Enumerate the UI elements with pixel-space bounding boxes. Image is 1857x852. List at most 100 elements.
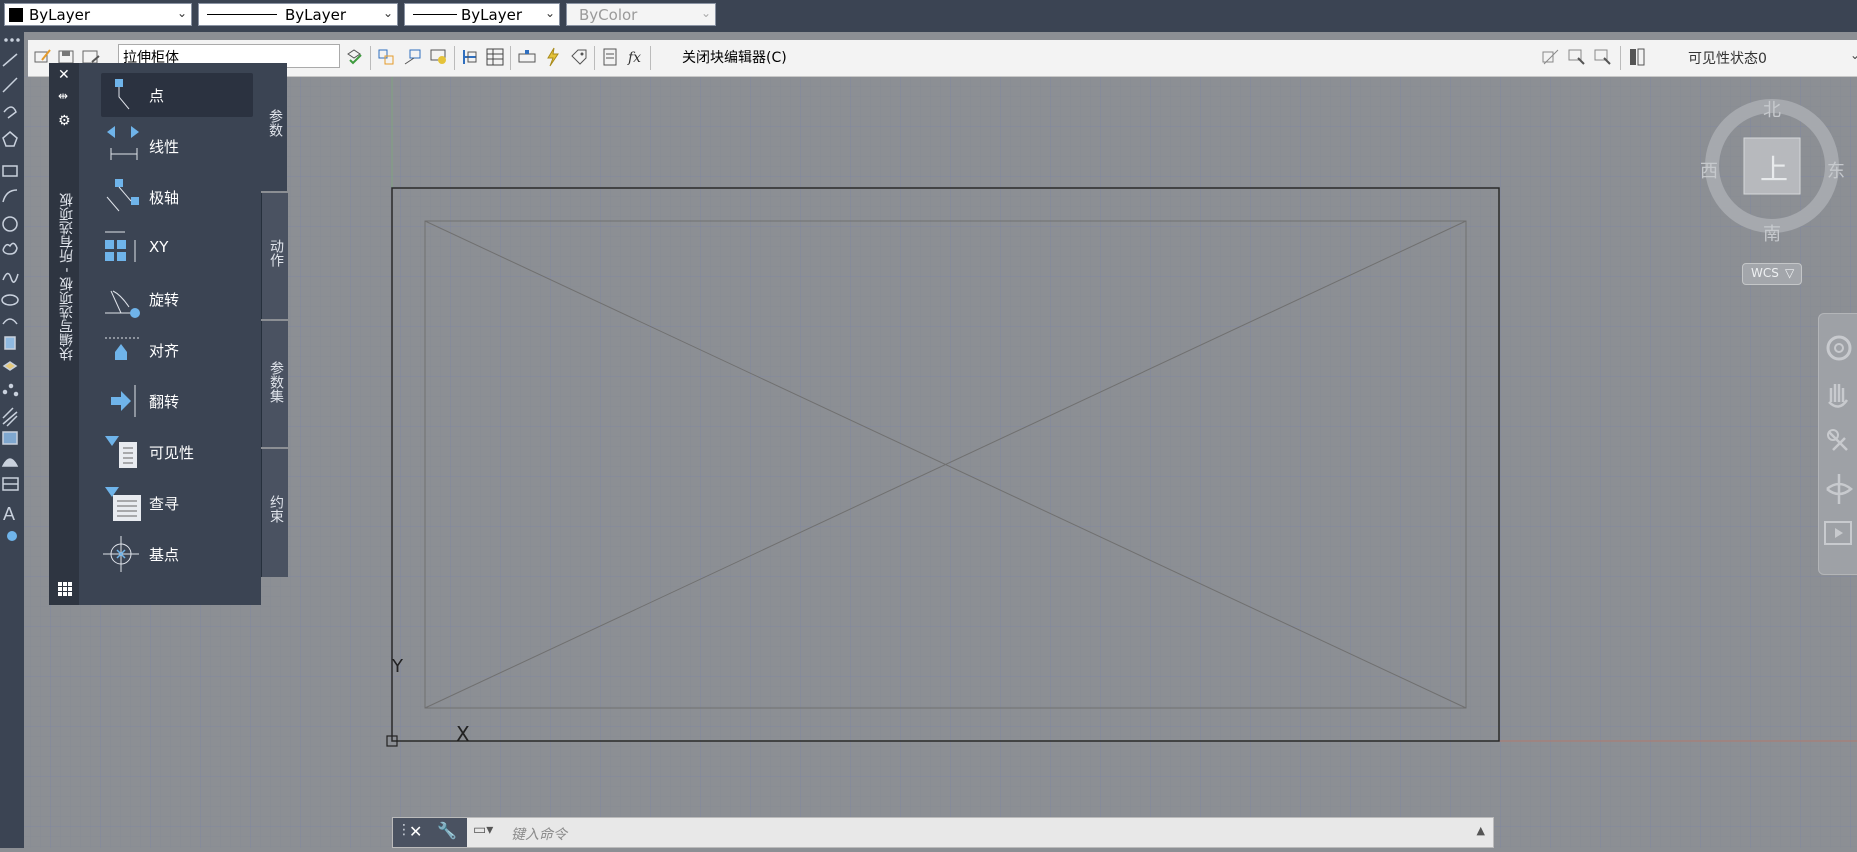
chevron-down-icon[interactable]: ⌄ [1850, 48, 1857, 62]
viewcube-east[interactable]: 东 [1827, 157, 1845, 183]
palette-item-label: 极轴 [149, 189, 180, 207]
add-selected-icon [7, 531, 17, 541]
viewcube-south[interactable]: 南 [1763, 220, 1781, 246]
lineweight-dropdown[interactable]: ByLayer ⌄ [404, 3, 560, 26]
define-attribute-icon[interactable] [600, 46, 622, 68]
palette-item-label: 点 [149, 87, 165, 105]
chevron-down-icon: ⌄ [176, 6, 187, 20]
fx-function-icon[interactable]: fx [626, 46, 648, 68]
make-visible-icon[interactable] [1566, 46, 1588, 68]
parameters-manager-icon[interactable] [484, 46, 506, 68]
command-history-icon[interactable]: ▭▾ [473, 822, 493, 838]
toolbar-separator [454, 46, 455, 70]
close-block-editor-button[interactable]: 关闭块编辑器(C) [682, 47, 787, 67]
palette-item-xy[interactable]: XY [101, 226, 253, 270]
block-authoring-palette: ✕ ⇹ ⚙ 块编写选项板 - 所有选项板 点 线性 极轴 XY 旋转 对齐 翻转… [49, 63, 289, 605]
hatch-icon [2, 407, 18, 427]
viewcube-face-label[interactable]: 上 [1760, 148, 1788, 188]
attribute-tool-icon[interactable] [568, 46, 590, 68]
toolbar-separator [510, 46, 511, 70]
color-dropdown[interactable]: ByLayer ⌄ [4, 3, 192, 26]
palette-item-label: 查寻 [149, 495, 180, 513]
gradient-icon [2, 431, 18, 445]
palette-title: 块编写选项板 - 所有选项板 [59, 193, 75, 361]
palette-item-rotation[interactable]: 旋转 [101, 277, 253, 321]
color-swatch [9, 8, 23, 22]
palette-item-lookup[interactable]: 查寻 [101, 481, 253, 525]
palette-item-flip[interactable]: 翻转 [101, 379, 253, 423]
palette-titlebar[interactable]: ✕ ⇹ ⚙ 块编写选项板 - 所有选项板 [49, 63, 79, 605]
grip-icon [4, 38, 20, 42]
chevron-up-icon[interactable]: ▲ [1477, 824, 1485, 837]
palette-item-basepoint[interactable]: 基点 [101, 532, 253, 576]
rectangle-icon [2, 165, 18, 177]
wrench-icon[interactable]: 🔧 [437, 821, 457, 840]
linetype-value: ByLayer [285, 6, 346, 24]
test-block-icon[interactable] [344, 46, 366, 68]
polyline-icon [3, 106, 17, 119]
palette-item-point[interactable]: 点 [101, 73, 253, 117]
palette-item-align[interactable]: 对齐 [101, 328, 253, 372]
steering-wheel-icon [1826, 335, 1852, 361]
geometric-constraint-icon[interactable] [402, 46, 424, 68]
palette-item-polar[interactable]: 极轴 [101, 175, 253, 219]
insert-block-icon [4, 336, 16, 350]
ellipse-arc-icon [2, 318, 18, 325]
visibility-states-icon[interactable] [1626, 46, 1648, 68]
point-parameter-icon [115, 79, 130, 110]
viewcube-north[interactable]: 北 [1763, 96, 1781, 122]
show-constraints-icon[interactable] [428, 46, 450, 68]
toolbar-separator [1620, 46, 1621, 70]
toolbar-separator [594, 46, 595, 70]
chevron-down-icon: ⌄ [382, 6, 393, 20]
tab-parameter-sets[interactable]: 参数集 [261, 321, 288, 447]
palette-item-linear[interactable]: 线性 [101, 124, 253, 168]
point-parameter-tool-icon[interactable] [516, 46, 538, 68]
palette-item-label: 旋转 [149, 291, 180, 309]
rotation-parameter-icon [105, 290, 140, 318]
alignment-parameter-icon [105, 337, 139, 360]
linetype-preview [207, 14, 277, 15]
region-icon [1, 458, 19, 467]
toolbar-separator [650, 46, 651, 70]
draw-toolbar: A [0, 32, 24, 848]
visibility-state-dropdown[interactable]: 可见性状态0 [1688, 48, 1767, 68]
close-icon[interactable]: ✕ [58, 67, 70, 83]
palette-item-label: 翻转 [149, 393, 180, 411]
palette-body: 点 线性 极轴 XY 旋转 对齐 翻转 可见性 查寻 基点 [79, 63, 261, 605]
visibility-mode-icon[interactable] [1540, 46, 1562, 68]
chevron-down-icon: ⌄ [544, 6, 555, 20]
action-tool-icon[interactable] [542, 46, 564, 68]
viewcube-west[interactable]: 西 [1700, 157, 1718, 183]
close-icon[interactable]: ✕ [409, 822, 422, 841]
create-block-icon [2, 361, 18, 371]
wcs-dropdown[interactable]: WCS ▽ [1742, 263, 1802, 285]
ucs-x-label: X [456, 722, 470, 746]
make-invisible-icon[interactable] [1592, 46, 1614, 68]
polar-parameter-icon [106, 179, 139, 212]
palette-grid-icon[interactable] [57, 581, 73, 597]
palette-item-label: 对齐 [149, 342, 180, 360]
arc-icon [2, 189, 18, 203]
command-line: ⋮ ✕ 🔧 ▭▾ 键入命令 ▲ [392, 817, 1494, 848]
pan-hand-icon [1828, 384, 1849, 408]
auto-constrain-icon[interactable] [376, 46, 398, 68]
tab-actions[interactable]: 动作 [261, 193, 288, 319]
linear-parameter-icon [107, 126, 139, 160]
palette-item-visibility[interactable]: 可见性 [101, 430, 253, 474]
linetype-dropdown[interactable]: ByLayer ⌄ [198, 3, 398, 26]
construction-line-icon [2, 77, 18, 93]
block-table-icon[interactable] [460, 46, 482, 68]
autohide-icon[interactable]: ⇹ [58, 89, 68, 103]
palette-item-label: 基点 [149, 546, 180, 564]
command-input[interactable]: 键入命令 [511, 824, 567, 844]
tab-constraints[interactable]: 约束 [261, 449, 288, 577]
toolbar-separator [370, 46, 371, 70]
ellipse-icon [1, 294, 19, 306]
tab-parameters[interactable]: 参数 [261, 63, 287, 191]
properties-icon[interactable]: ⚙ [58, 113, 71, 129]
palette-item-label: 线性 [149, 138, 180, 156]
circle-icon [2, 216, 18, 232]
plotstyle-dropdown[interactable]: ByColor ⌄ [566, 3, 716, 26]
svg-text:fx: fx [627, 50, 641, 66]
